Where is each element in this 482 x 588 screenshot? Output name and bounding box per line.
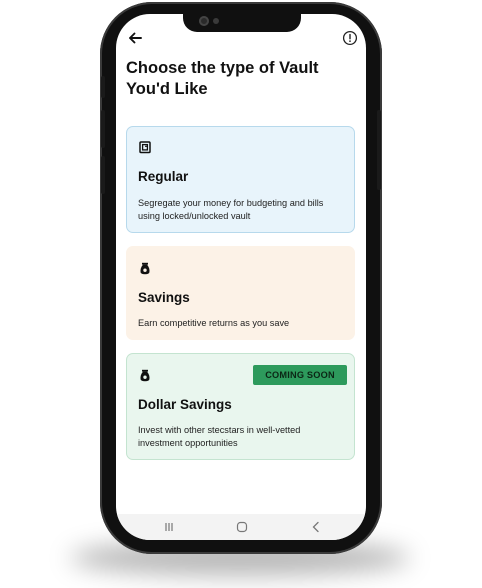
- info-circle-icon[interactable]: [342, 30, 358, 46]
- coming-soon-badge: COMING SOON: [253, 365, 347, 385]
- vault-option-description: Earn competitive returns as you save: [138, 318, 290, 328]
- vault-option-savings[interactable]: Savings Earn competitive returns as you …: [126, 246, 355, 340]
- front-sensor: [213, 18, 219, 24]
- page-title: Choose the type of Vault You'd Like: [126, 59, 319, 98]
- arrow-left-icon[interactable]: [127, 30, 143, 46]
- vault-option-title: Savings: [138, 290, 190, 305]
- vault-option-description: Segregate your money for budgeting and b…: [138, 198, 324, 221]
- system-navigation-bar: [116, 514, 366, 540]
- regular-vault-icon: [139, 141, 151, 154]
- vault-option-regular[interactable]: Regular Segregate your money for budgeti…: [126, 126, 355, 233]
- recents-icon[interactable]: [163, 521, 175, 533]
- front-camera: [199, 16, 209, 26]
- phone-volume-up-button: [101, 110, 105, 148]
- phone-side-button: [101, 76, 105, 98]
- back-chevron-icon[interactable]: [310, 521, 322, 533]
- phone-power-button: [377, 110, 381, 190]
- home-icon[interactable]: [236, 521, 248, 533]
- phone-volume-down-button: [101, 156, 105, 194]
- money-bag-icon: [140, 369, 150, 382]
- vault-option-title: Regular: [138, 169, 189, 184]
- vault-option-description: Invest with other stecstars in well-vett…: [138, 425, 301, 448]
- vault-option-title: Dollar Savings: [138, 397, 232, 412]
- money-bag-icon: [140, 262, 150, 275]
- vault-option-dollar-savings[interactable]: COMING SOON Dollar Savings Invest with o…: [126, 353, 355, 460]
- app-screen: Choose the type of Vault You'd Like Regu…: [116, 14, 366, 540]
